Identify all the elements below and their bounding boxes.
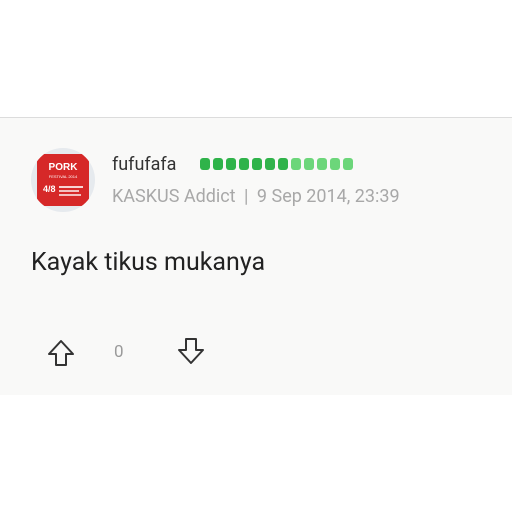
avatar-subtitle: FESTIVAL 2014 bbox=[49, 174, 78, 179]
rank-dot bbox=[330, 158, 340, 170]
rank-dot bbox=[304, 158, 314, 170]
post-timestamp: 9 Sep 2014, 23:39 bbox=[256, 186, 400, 207]
avatar[interactable]: PORK FESTIVAL 2014 4/8 bbox=[31, 148, 95, 212]
post-card: PORK FESTIVAL 2014 4/8 fufufafa KASKUS A… bbox=[0, 117, 512, 395]
rank-bar bbox=[200, 158, 353, 170]
rank-dot bbox=[343, 158, 353, 170]
upvote-button[interactable] bbox=[46, 338, 76, 368]
rank-dot bbox=[226, 158, 236, 170]
avatar-image: PORK FESTIVAL 2014 4/8 bbox=[37, 154, 89, 206]
rank-dot bbox=[278, 158, 288, 170]
vote-count: 0 bbox=[114, 342, 124, 362]
rank-dot bbox=[265, 158, 275, 170]
rank-dot bbox=[239, 158, 249, 170]
rank-title: KASKUS Addict bbox=[112, 186, 236, 207]
avatar-graphic: PORK FESTIVAL 2014 4/8 bbox=[37, 154, 89, 206]
rank-dot bbox=[200, 158, 210, 170]
downvote-button[interactable] bbox=[176, 336, 206, 366]
avatar-title: PORK bbox=[49, 162, 79, 173]
arrow-down-icon bbox=[178, 338, 204, 364]
meta-separator: | bbox=[244, 186, 249, 207]
rank-dot bbox=[213, 158, 223, 170]
rank-dot bbox=[317, 158, 327, 170]
rank-dot bbox=[252, 158, 262, 170]
post-meta: KASKUS Addict | 9 Sep 2014, 23:39 bbox=[112, 186, 400, 208]
arrow-up-icon bbox=[48, 340, 74, 366]
username[interactable]: fufufafa bbox=[112, 154, 176, 176]
rank-dot bbox=[291, 158, 301, 170]
avatar-date: 4/8 bbox=[43, 184, 56, 194]
post-content: Kayak tikus mukanya bbox=[31, 248, 266, 277]
